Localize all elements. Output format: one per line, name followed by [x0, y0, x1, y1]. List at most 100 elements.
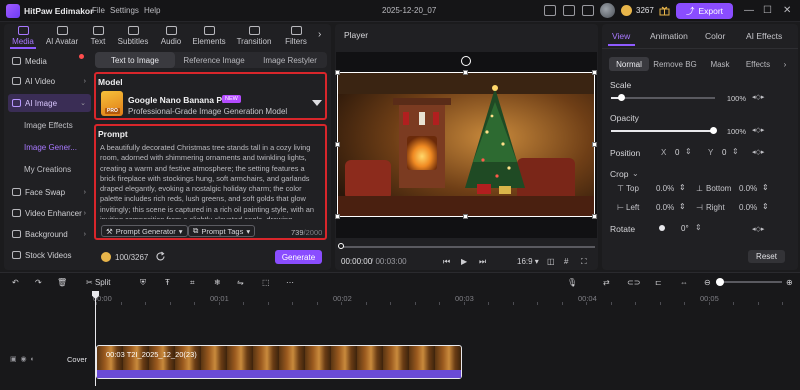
more-icon[interactable]: ⋯	[286, 278, 294, 287]
sidebar-item-face-swap[interactable]: Face Swap ›	[8, 183, 91, 201]
keyframe-nav-icon[interactable]: ◂◇▸	[752, 225, 764, 233]
tab-text-to-image[interactable]: Text to Image	[95, 52, 175, 68]
snapshot-icon[interactable]: ◫	[547, 257, 555, 266]
resize-handle[interactable]	[592, 214, 597, 219]
stepper-icon[interactable]: ⇕	[679, 202, 686, 211]
resize-handle[interactable]	[335, 214, 340, 219]
resize-handle[interactable]	[335, 70, 340, 75]
user-avatar[interactable]	[600, 3, 615, 18]
refresh-icon[interactable]	[155, 251, 166, 262]
minimize-icon[interactable]: —	[744, 5, 754, 16]
sidebar-sub-image-effects[interactable]: Image Effects	[24, 121, 73, 130]
shield-icon[interactable]: ⛨	[140, 278, 146, 288]
cover-label[interactable]: Cover	[67, 355, 87, 364]
link-icon[interactable]: ⇄	[603, 278, 610, 287]
resize-handle[interactable]	[592, 142, 597, 147]
keyframe-nav-icon[interactable]: ◂◇▸	[752, 93, 764, 101]
prompt-generator-button[interactable]: ⚒ Prompt Generator ▾	[101, 225, 188, 237]
crop-icon[interactable]: ⌗	[190, 278, 195, 288]
tab-color[interactable]: Color	[705, 31, 725, 41]
keyboard-icon[interactable]	[582, 5, 594, 16]
close-icon[interactable]: ✕	[783, 5, 791, 16]
player-scrubber[interactable]	[340, 246, 595, 248]
stepper-icon[interactable]: ⇕	[732, 147, 739, 156]
menu-help[interactable]: Help	[144, 6, 160, 15]
zoom-out-icon[interactable]: ⊖	[704, 278, 711, 287]
split-button[interactable]: ✂ Split	[86, 278, 111, 287]
snap-icon[interactable]: ⊏	[655, 278, 662, 287]
scrubber-knob[interactable]	[338, 243, 344, 249]
transform-icon[interactable]: ⬚	[262, 278, 270, 287]
tab-subtitles[interactable]: Subtitles	[114, 26, 152, 48]
rotate-handle-icon[interactable]	[461, 56, 471, 66]
chevron-right-icon[interactable]: ›	[318, 29, 321, 40]
sidebar-sub-image-generator[interactable]: Image Gener...	[24, 143, 77, 152]
pos-y-input[interactable]: 0	[722, 148, 726, 157]
stepper-icon[interactable]: ⇕	[762, 202, 769, 211]
tab-ai-effects[interactable]: AI Effects	[746, 31, 782, 41]
pos-x-input[interactable]: 0	[675, 148, 679, 157]
sidebar-item-video-enhancer[interactable]: Video Enhancer ›	[8, 204, 91, 222]
next-frame-icon[interactable]: ⏭	[479, 257, 486, 267]
resize-handle[interactable]	[592, 70, 597, 75]
opacity-value[interactable]: 100%	[720, 125, 748, 137]
sidebar-item-background[interactable]: Background ›	[8, 225, 91, 243]
resize-handle[interactable]	[463, 214, 468, 219]
tab-image-restyler[interactable]: Image Restyler	[253, 52, 327, 68]
playhead[interactable]	[95, 291, 96, 386]
export-button[interactable]: ⤴ Export	[676, 3, 733, 19]
mode-normal[interactable]: Normal	[609, 57, 649, 71]
tab-transition[interactable]: Transition	[235, 26, 273, 48]
tab-reference-image[interactable]: Reference Image	[175, 52, 253, 68]
menu-settings[interactable]: Settings	[110, 6, 139, 15]
prev-frame-icon[interactable]: ⏮	[443, 257, 450, 267]
zoom-slider-knob[interactable]	[716, 278, 724, 286]
gift-icon[interactable]	[659, 5, 670, 16]
undo-icon[interactable]: ↶	[12, 278, 19, 287]
selection-frame[interactable]	[337, 72, 595, 217]
tab-ai-avatar[interactable]: AI Avatar	[43, 26, 81, 48]
mode-mask[interactable]: Mask	[703, 57, 737, 71]
dropdown-caret-icon[interactable]	[312, 100, 322, 106]
crop-right-input[interactable]: 0.0%	[739, 203, 757, 212]
chevron-down-icon[interactable]: ⌄	[632, 169, 639, 178]
tab-view[interactable]: View	[612, 31, 630, 41]
mirror-icon[interactable]: ⇋	[237, 278, 244, 287]
menu-file[interactable]: File	[92, 6, 105, 15]
delete-icon[interactable]: 🗑	[57, 278, 67, 287]
magnet-icon[interactable]: ⊂⊃	[627, 278, 640, 287]
prompt-textarea[interactable]: A beautifully decorated Christmas tree s…	[100, 143, 322, 219]
keyframe-nav-icon[interactable]: ◂◇▸	[752, 126, 764, 134]
sidebar-item-ai-image[interactable]: AI Image ⌄	[8, 94, 91, 112]
redo-icon[interactable]: ↷	[35, 278, 42, 287]
stepper-icon[interactable]: ⇕	[695, 223, 702, 232]
crop-bottom-input[interactable]: 0.0%	[739, 184, 757, 193]
stepper-icon[interactable]: ⇕	[679, 183, 686, 192]
tab-audio[interactable]: Audio	[152, 26, 190, 48]
mode-remove-bg[interactable]: Remove BG	[651, 57, 699, 71]
zoom-in-icon[interactable]: ⊕	[786, 278, 793, 287]
track-controls[interactable]: ▣ ◉ ◐	[10, 355, 35, 363]
resize-handle[interactable]	[463, 70, 468, 75]
fullscreen-icon[interactable]: ⛶	[581, 257, 587, 267]
tab-filters[interactable]: Filters	[277, 26, 315, 48]
tab-animation[interactable]: Animation	[650, 31, 688, 41]
zoom-slider[interactable]	[716, 281, 782, 283]
fit-icon[interactable]: ⇔	[680, 278, 688, 287]
resize-handle[interactable]	[335, 142, 340, 147]
maximize-icon[interactable]: ☐	[763, 5, 772, 16]
mode-effects[interactable]: Effects	[739, 57, 777, 71]
prompt-tags-button[interactable]: ⧉ Prompt Tags ▾	[188, 225, 256, 237]
aspect-ratio-select[interactable]: 16:9 ▾	[517, 257, 539, 266]
rotate-dial-icon[interactable]	[659, 225, 665, 231]
tab-text[interactable]: Text	[79, 26, 117, 48]
grid-icon[interactable]: #	[564, 257, 568, 266]
freeze-icon[interactable]: ❄	[214, 278, 221, 287]
reset-button[interactable]: Reset	[748, 250, 785, 263]
tab-media[interactable]: Media	[4, 26, 42, 48]
text-icon[interactable]: Ŧ	[165, 278, 170, 287]
tab-elements[interactable]: Elements	[190, 26, 228, 48]
scale-value[interactable]: 100%	[720, 92, 748, 104]
crop-top-input[interactable]: 0.0%	[656, 184, 674, 193]
crop-left-input[interactable]: 0.0%	[656, 203, 674, 212]
